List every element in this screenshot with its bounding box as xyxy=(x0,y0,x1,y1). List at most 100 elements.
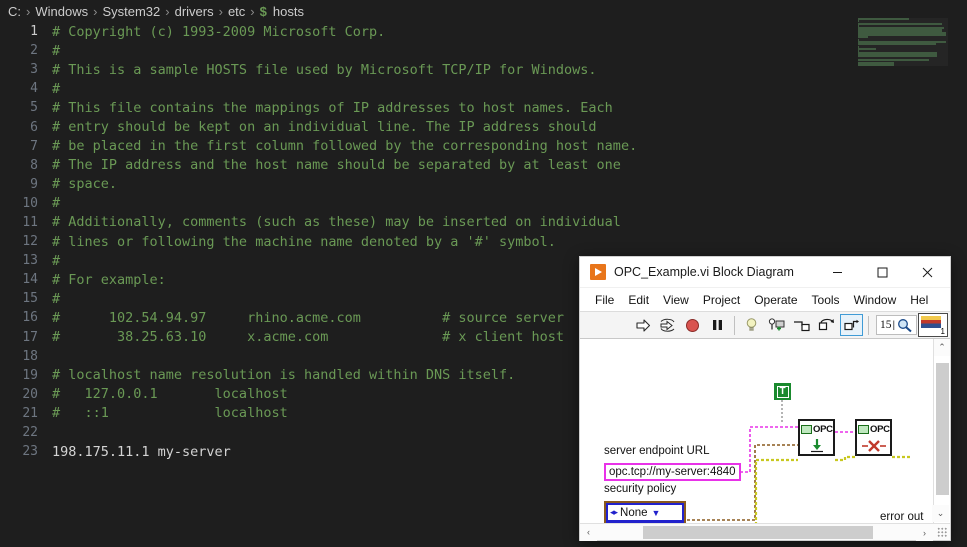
red-x-icon xyxy=(857,437,890,454)
menu-view[interactable]: View xyxy=(656,293,696,307)
retain-wire-values-icon[interactable] xyxy=(765,314,788,336)
line-number: 5 xyxy=(30,100,38,116)
line-number: 13 xyxy=(22,253,38,269)
breadcrumb-item-system32[interactable]: System32 xyxy=(102,4,160,19)
menu-operate[interactable]: Operate xyxy=(747,293,804,307)
line-number: 1 xyxy=(30,24,38,40)
horizontal-scrollbar[interactable]: ‹ › xyxy=(580,523,950,541)
step-into-icon[interactable] xyxy=(790,314,813,336)
menu-window[interactable]: Window xyxy=(847,293,904,307)
step-out-icon[interactable] xyxy=(840,314,863,336)
scroll-down-button[interactable]: ⌄ xyxy=(932,505,949,522)
opc-disconnect-node[interactable]: OPC xyxy=(855,419,892,456)
boolean-true-constant[interactable]: T xyxy=(774,383,791,400)
block-diagram-canvas[interactable]: server endpoint URL opc.tcp://my-server:… xyxy=(580,339,933,523)
editor-minimap[interactable] xyxy=(858,18,948,66)
minimap-slider[interactable] xyxy=(858,18,948,66)
vi-icon[interactable]: 1 xyxy=(918,313,948,337)
scroll-left-button[interactable]: ‹ xyxy=(580,523,597,541)
security-policy-enum-none[interactable]: ◂▸ None ▼ xyxy=(606,503,685,522)
code-line-text: # lines or following the machine name de… xyxy=(52,233,556,250)
line-number: 16 xyxy=(22,310,38,326)
breadcrumb-item-drivers[interactable]: drivers xyxy=(175,4,214,19)
labview-icon xyxy=(590,264,606,280)
breadcrumb-item-windows[interactable]: Windows xyxy=(35,4,88,19)
security-policy-none-value: None xyxy=(620,506,648,519)
breadcrumb-item-file[interactable]: hosts xyxy=(273,4,304,19)
code-line[interactable]: 1 # Copyright (c) 1993-2009 Microsoft Cor… xyxy=(0,22,967,41)
horizontal-scrollbar-thumb[interactable] xyxy=(643,526,873,539)
line-number: 12 xyxy=(22,234,38,250)
code-line[interactable]: 9 # space. xyxy=(0,175,967,194)
step-over-icon[interactable] xyxy=(815,314,838,336)
menu-project[interactable]: Project xyxy=(696,293,747,307)
server-endpoint-url-label: server endpoint URL xyxy=(604,445,710,457)
code-line[interactable]: 3 # This is a sample HOSTS file used by M… xyxy=(0,60,967,79)
minimize-button[interactable] xyxy=(815,257,860,288)
opc-connect-node[interactable]: OPC xyxy=(798,419,835,456)
maximize-button[interactable] xyxy=(860,257,905,288)
code-line[interactable]: 8 # The IP address and the host name shou… xyxy=(0,156,967,175)
code-line[interactable]: 4 # xyxy=(0,79,967,98)
server-endpoint-url-control[interactable]: opc.tcp://my-server:4840 xyxy=(604,463,741,481)
run-arrow-icon[interactable] xyxy=(631,314,654,336)
font-size-selector[interactable]: 15 | xyxy=(876,315,918,335)
code-line[interactable]: 2 # xyxy=(0,41,967,60)
breadcrumb-separator-icon: › xyxy=(165,3,170,19)
window-resize-grip[interactable] xyxy=(937,527,948,538)
menu-help[interactable]: Hel xyxy=(903,293,935,307)
labview-block-diagram-window: OPC_Example.vi Block Diagram File Edit V… xyxy=(579,256,951,541)
breadcrumb[interactable]: C: › Windows › System32 › drivers › etc … xyxy=(0,0,967,22)
breadcrumb-separator-icon: › xyxy=(26,3,31,19)
code-line-text: # Additionally, comments (such as these)… xyxy=(52,214,621,231)
scroll-up-button[interactable]: ⌃ xyxy=(933,339,950,356)
line-number: 9 xyxy=(30,176,38,192)
vertical-scrollbar[interactable]: ⌃ xyxy=(933,339,950,523)
monitor-icon xyxy=(858,424,869,434)
code-line[interactable]: 5 # This file contains the mappings of IP… xyxy=(0,98,967,117)
run-continuously-icon[interactable] xyxy=(656,314,679,336)
lightbulb-icon[interactable] xyxy=(740,314,763,336)
code-line-text: # 38.25.63.10 x.acme.com # x client host xyxy=(52,329,565,346)
line-number: 17 xyxy=(22,329,38,345)
pause-icon[interactable] xyxy=(706,314,729,336)
search-icon xyxy=(898,318,912,332)
code-line[interactable]: 7 # be placed in the first column followe… xyxy=(0,137,967,156)
line-number: 21 xyxy=(22,405,38,421)
code-line-text: # For example: xyxy=(52,271,166,288)
code-line[interactable]: 12 # lines or following the machine name … xyxy=(0,232,967,251)
vertical-scrollbar-thumb[interactable] xyxy=(936,363,949,495)
toolbar[interactable]: 15 | ? 1 xyxy=(580,312,950,339)
opc-node-label: OPC xyxy=(870,423,890,435)
code-line[interactable]: 10 # xyxy=(0,194,967,213)
abort-execution-icon[interactable] xyxy=(681,314,704,336)
window-titlebar[interactable]: OPC_Example.vi Block Diagram xyxy=(580,257,950,288)
line-number: 15 xyxy=(22,291,38,307)
breadcrumb-separator-icon: › xyxy=(218,3,223,19)
enum-increment-decrement-icon[interactable]: ◂▸ xyxy=(610,507,618,518)
menu-file[interactable]: File xyxy=(588,293,621,307)
scroll-right-button[interactable]: › xyxy=(916,524,933,541)
code-line-text: # xyxy=(52,80,61,97)
close-button[interactable] xyxy=(905,257,950,288)
menu-tools[interactable]: Tools xyxy=(805,293,847,307)
code-line-text: # This file contains the mappings of IP … xyxy=(52,99,613,116)
breadcrumb-item-drive[interactable]: C: xyxy=(8,4,21,19)
line-number: 7 xyxy=(30,138,38,154)
breadcrumb-item-etc[interactable]: etc xyxy=(228,4,245,19)
code-line[interactable]: 11 # Additionally, comments (such as thes… xyxy=(0,213,967,232)
line-number: 6 xyxy=(30,119,38,135)
code-line[interactable]: 6 # entry should be kept on an individual… xyxy=(0,117,967,136)
security-policy-label: security policy xyxy=(604,483,677,495)
line-number: 23 xyxy=(22,444,38,460)
code-line-text: # 127.0.0.1 localhost xyxy=(52,386,288,403)
code-line-text: # xyxy=(52,195,61,212)
opc-node-header: OPC xyxy=(800,421,833,437)
menu-edit[interactable]: Edit xyxy=(621,293,656,307)
opc-node-label: OPC xyxy=(813,423,833,435)
line-number: 8 xyxy=(30,157,38,173)
breadcrumb-separator-icon: › xyxy=(250,3,255,19)
menu-bar[interactable]: File Edit View Project Operate Tools Win… xyxy=(580,288,950,312)
chevron-down-icon[interactable]: ▼ xyxy=(652,508,661,518)
monitor-icon xyxy=(801,424,812,434)
